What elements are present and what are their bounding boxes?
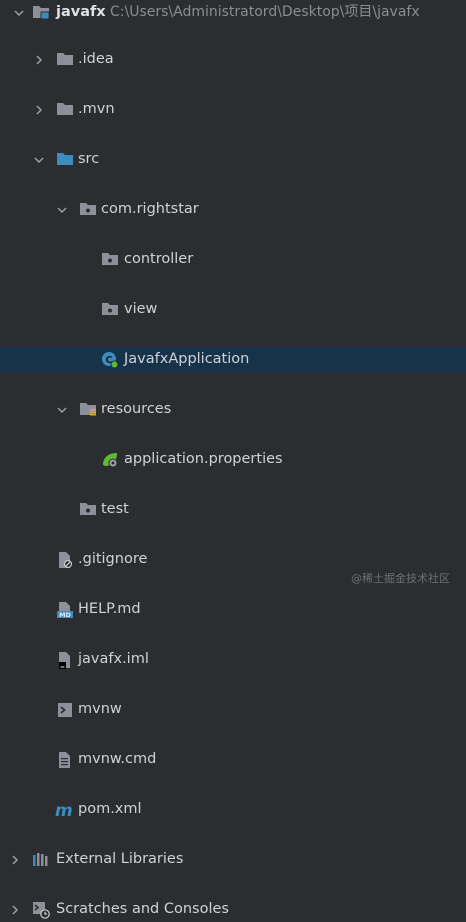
tree-row-view[interactable]: view [0, 297, 466, 322]
spring-properties-icon [101, 447, 119, 472]
source-folder-icon [56, 147, 74, 172]
watermark: @稀土掘金技术社区 [351, 572, 450, 585]
module-folder-icon [32, 0, 50, 25]
tree-label: application.properties [124, 451, 283, 467]
tree-label: controller [124, 251, 194, 267]
tree-label: com.rightstar [101, 201, 199, 217]
tree-label: test [101, 501, 129, 517]
tree-row-idea[interactable]: .idea [0, 47, 466, 72]
shell-script-icon [56, 697, 74, 722]
tree-row-javafx[interactable]: javafx C:\Users\Administratord\Desktop\项… [0, 0, 466, 25]
package-icon [101, 247, 119, 272]
resources-folder-icon [79, 397, 97, 422]
chevron-right-icon[interactable] [8, 847, 22, 872]
tree-label: pom.xml [78, 801, 142, 817]
tree-row-scratches-consoles[interactable]: Scratches and Consoles [0, 897, 466, 922]
chevron-right-icon[interactable] [32, 47, 46, 72]
chevron-right-icon[interactable] [8, 897, 22, 922]
tree-row-javafx-application[interactable]: C JavafxApplication [0, 347, 466, 372]
tree-label: mvnw.cmd [78, 751, 157, 767]
tree-label: .idea [78, 51, 114, 67]
chevron-down-icon[interactable] [55, 197, 69, 222]
chevron-right-icon[interactable] [32, 97, 46, 122]
tree-label: JavafxApplication [124, 351, 250, 367]
tree-row-pom-xml[interactable]: m pom.xml [0, 797, 466, 822]
tree-row-javafx-iml[interactable]: javafx.iml [0, 647, 466, 672]
tree-label: javafx.iml [78, 651, 149, 667]
iml-file-icon [56, 647, 74, 672]
tree-row-mvn[interactable]: .mvn [0, 97, 466, 122]
tree-row-external-libraries[interactable]: External Libraries [0, 847, 466, 872]
folder-icon [56, 97, 74, 122]
tree-row-src[interactable]: src [0, 147, 466, 172]
tree-row-application-properties[interactable]: application.properties [0, 447, 466, 472]
maven-icon: m [55, 797, 73, 822]
tree-label: javafx [56, 4, 106, 20]
scratches-icon [32, 897, 50, 922]
package-icon [101, 297, 119, 322]
tree-row-controller[interactable]: controller [0, 247, 466, 272]
tree-label: resources [101, 401, 172, 417]
tree-label: src [78, 151, 100, 167]
chevron-down-icon[interactable] [55, 397, 69, 422]
libraries-icon [32, 847, 50, 872]
tree-row-mvnw[interactable]: mvnw [0, 697, 466, 722]
chevron-down-icon[interactable] [12, 0, 26, 25]
chevron-down-icon[interactable] [32, 147, 46, 172]
spring-boot-class-icon: C [101, 347, 119, 372]
tree-row-test[interactable]: test [0, 497, 466, 522]
tree-label: view [124, 301, 158, 317]
tree-label: .mvn [78, 101, 115, 117]
tree-label: mvnw [78, 701, 122, 717]
svg-text:m: m [55, 801, 73, 819]
tree-row-mvnw-cmd[interactable]: mvnw.cmd [0, 747, 466, 772]
root-path: C:\Users\Administratord\Desktop\项目\javaf… [110, 4, 420, 20]
tree-row-resources[interactable]: resources [0, 397, 466, 422]
tree-label: External Libraries [56, 851, 184, 867]
tree-label: Scratches and Consoles [56, 901, 229, 917]
tree-row-com-rightstar[interactable]: com.rightstar [0, 197, 466, 222]
tree-row-gitignore[interactable]: .gitignore [0, 547, 466, 572]
project-tree: javafx C:\Users\Administratord\Desktop\项… [0, 0, 466, 919]
tree-label: .gitignore [78, 551, 148, 567]
text-file-icon [56, 747, 74, 772]
package-icon [79, 497, 97, 522]
gitignore-file-icon [56, 547, 74, 572]
package-icon [79, 197, 97, 222]
folder-icon [56, 47, 74, 72]
svg-text:MD: MD [59, 611, 71, 619]
